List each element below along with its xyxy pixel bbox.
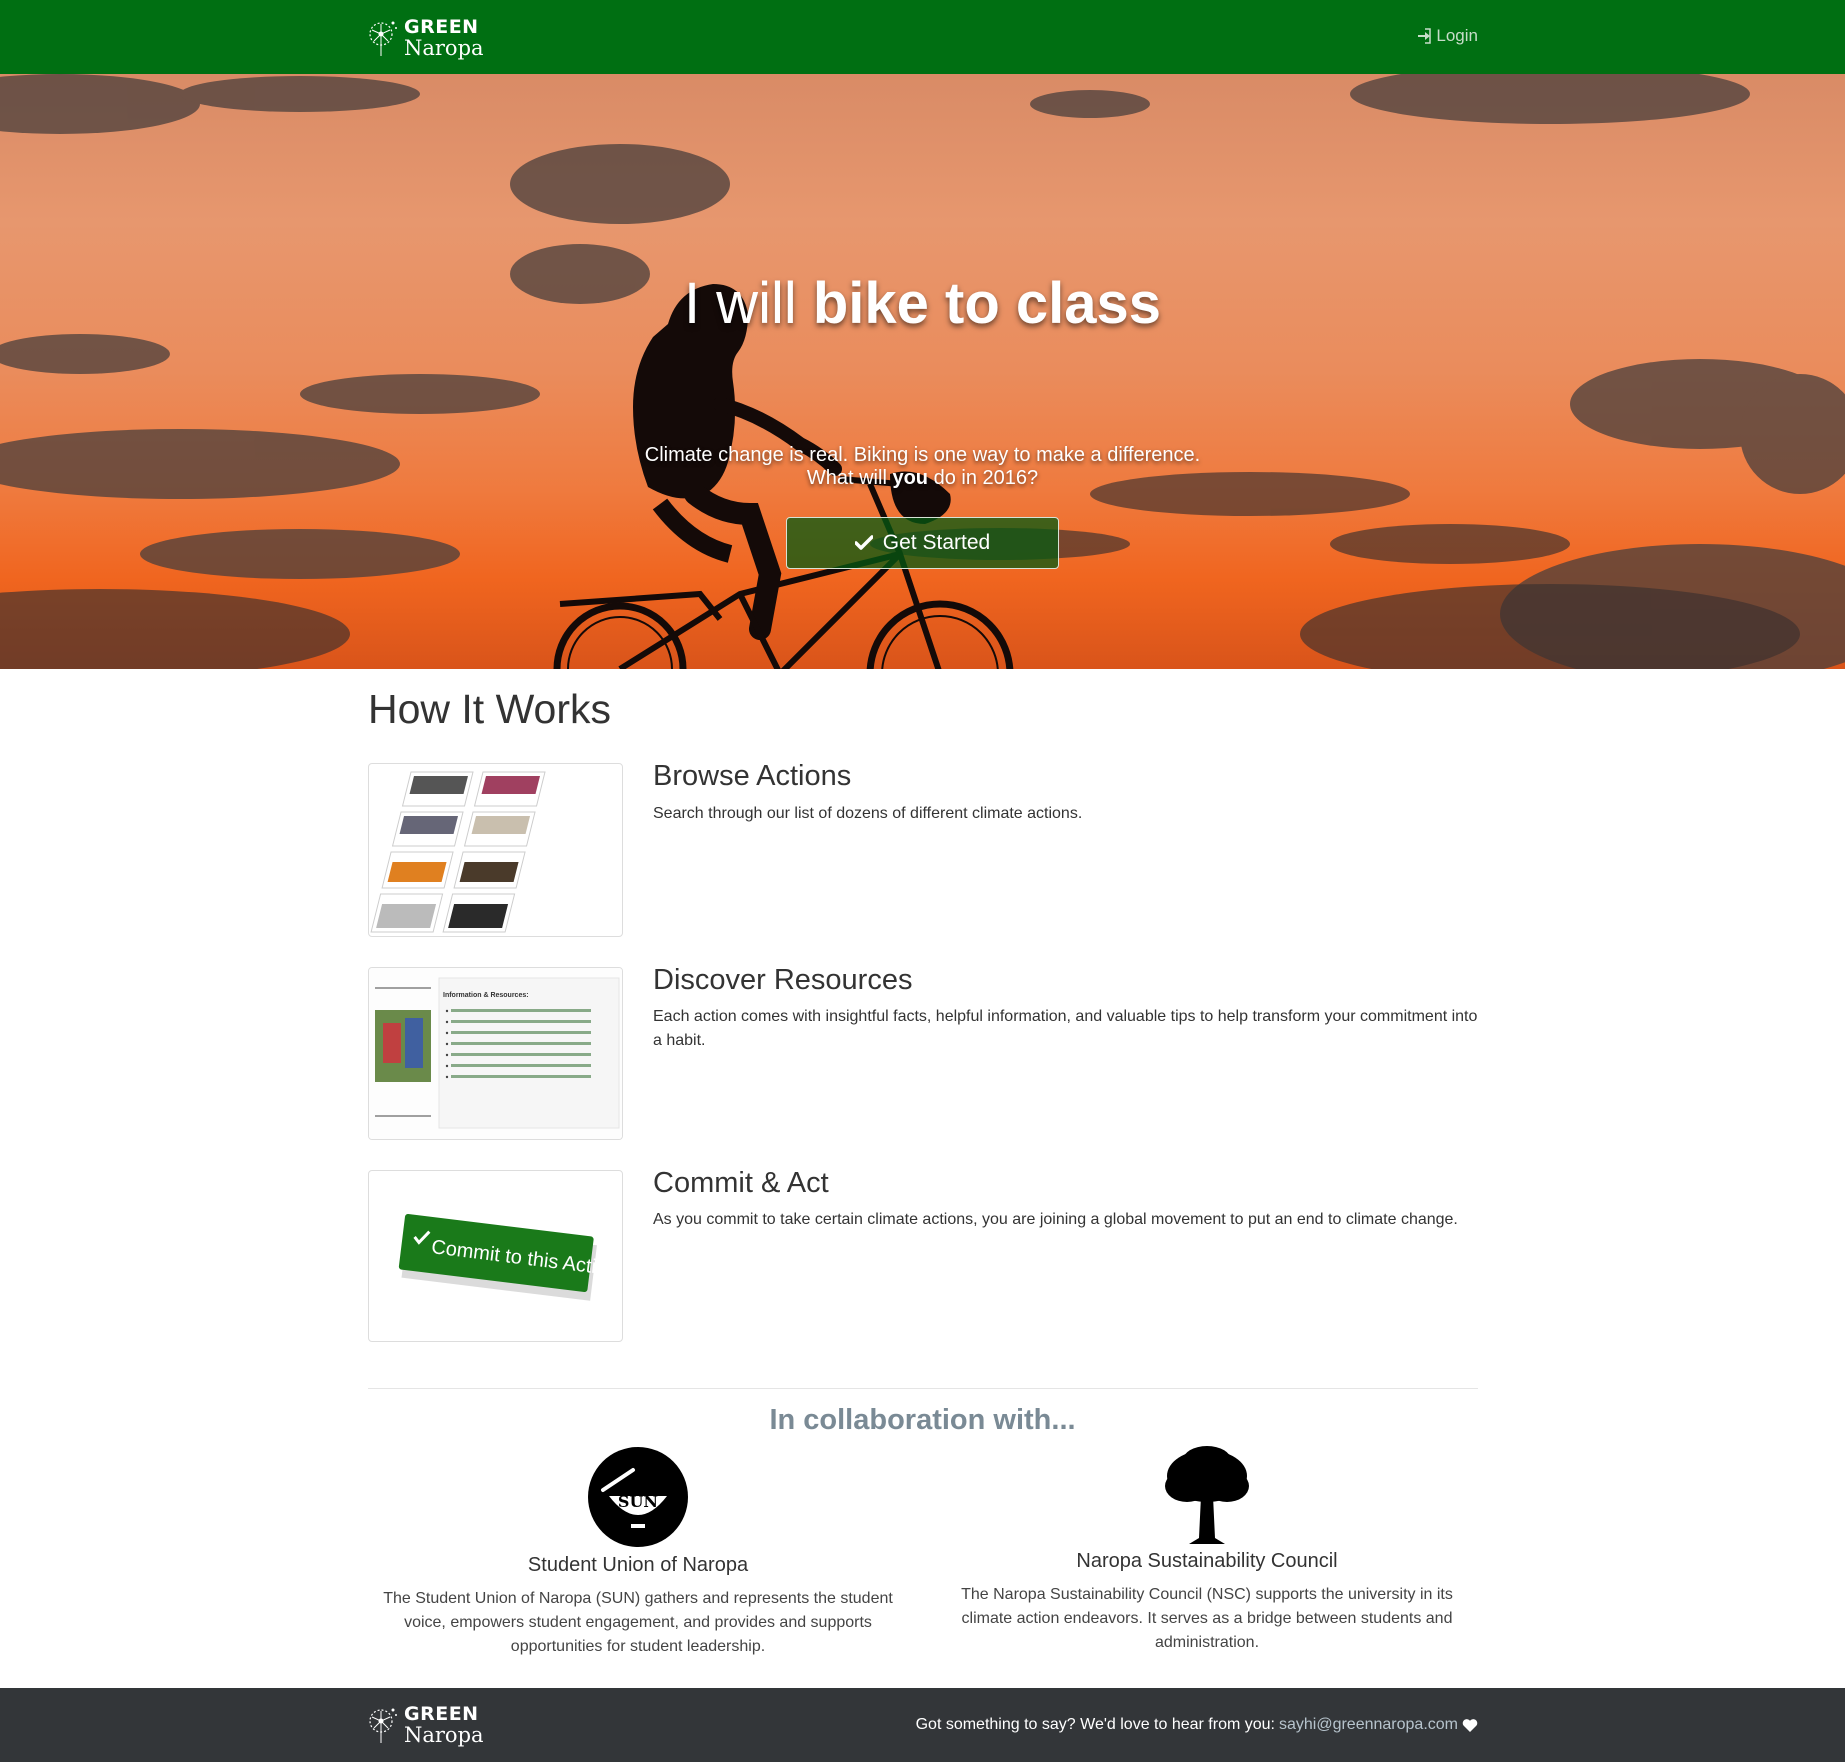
hero-subtitle: Climate change is real. Biking is one wa… bbox=[0, 444, 1845, 490]
tree-logo[interactable] bbox=[1159, 1446, 1255, 1546]
brand-line1: GREEN bbox=[404, 15, 479, 38]
brand-line2: Naropa bbox=[404, 35, 484, 60]
action-cards-grid bbox=[370, 771, 546, 933]
footer-brand-line2: Naropa bbox=[404, 1722, 484, 1747]
hero-title: I will bike to class bbox=[0, 270, 1845, 337]
footer-message: Got something to say? We'd love to hear … bbox=[915, 1716, 1275, 1733]
dandelion-icon bbox=[369, 1708, 397, 1743]
partner-sun: SUN Student Union of Naropa The Student … bbox=[378, 1446, 898, 1659]
hero-banner: I will bike to class Climate change is r… bbox=[0, 74, 1845, 669]
partner-name-sun: Student Union of Naropa bbox=[527, 1554, 749, 1576]
hero-subtitle-part-a: What will bbox=[806, 467, 887, 489]
discover-resources-screenshot: Information & Resources: bbox=[368, 967, 623, 1140]
hero-subtitle-part-c: do in 2016? bbox=[933, 467, 1039, 489]
navbar: GREEN Naropa Login bbox=[0, 0, 1845, 74]
section-divider bbox=[368, 1388, 1478, 1389]
partner-desc-sun: The Student Union of Naropa (SUN) gather… bbox=[383, 1590, 893, 1655]
step-text-commit: As you commit to take certain climate ac… bbox=[653, 1211, 1458, 1228]
footer-contact: Got something to say? We'd love to hear … bbox=[916, 1716, 1478, 1734]
step-title-commit: Commit & Act bbox=[653, 1167, 829, 1199]
sun-logo[interactable]: SUN bbox=[587, 1446, 689, 1548]
brand-logo[interactable]: GREEN Naropa bbox=[368, 13, 484, 63]
step-title-discover: Discover Resources bbox=[653, 964, 913, 996]
step-title-browse: Browse Actions bbox=[653, 760, 852, 792]
collab-heading: In collaboration with... bbox=[769, 1404, 1076, 1436]
dandelion-icon bbox=[369, 21, 397, 56]
hero-subtitle-line2: What will you do in 2016? bbox=[0, 467, 1845, 490]
hero-title-prefix: I will bbox=[683, 271, 797, 336]
login-label: Login bbox=[1436, 26, 1478, 45]
footer-brand-logo[interactable]: GREEN Naropa bbox=[368, 1700, 484, 1750]
partner-name-nsc: Naropa Sustainability Council bbox=[1076, 1550, 1338, 1572]
browse-actions-screenshot bbox=[368, 763, 623, 937]
hero-subtitle-line1: Climate change is real. Biking is one wa… bbox=[644, 444, 1201, 466]
footer: GREEN Naropa Got something to say? We'd … bbox=[0, 1688, 1845, 1762]
partner-nsc: Naropa Sustainability Council The Naropa… bbox=[947, 1446, 1467, 1655]
commit-act-screenshot: Commit to this Action bbox=[368, 1170, 623, 1342]
heart-icon bbox=[1462, 1718, 1478, 1732]
get-started-label: Get Started bbox=[882, 531, 991, 554]
hero-background-image bbox=[0, 74, 1845, 669]
footer-email-link[interactable]: sayhi@greennaropa.com bbox=[1279, 1716, 1458, 1734]
hero-title-action: bike to class bbox=[812, 271, 1162, 336]
sign-in-icon bbox=[1418, 28, 1432, 44]
resources-heading: Information & Resources: bbox=[443, 992, 529, 999]
hero-subtitle-emphasis: you bbox=[892, 467, 929, 489]
footer-brand-line1: GREEN bbox=[404, 1702, 479, 1725]
step-text-browse: Search through our list of dozens of dif… bbox=[653, 805, 1083, 822]
partner-desc-nsc: The Naropa Sustainability Council (NSC) … bbox=[961, 1586, 1453, 1651]
checkmark-icon bbox=[854, 535, 873, 550]
step-text-discover: Each action comes with insightful facts,… bbox=[653, 1008, 1478, 1049]
sun-logo-text: SUN bbox=[618, 1492, 658, 1511]
get-started-button[interactable]: Get Started bbox=[786, 517, 1059, 569]
how-it-works-heading: How It Works bbox=[368, 686, 611, 732]
login-link[interactable]: Login bbox=[1416, 26, 1478, 46]
